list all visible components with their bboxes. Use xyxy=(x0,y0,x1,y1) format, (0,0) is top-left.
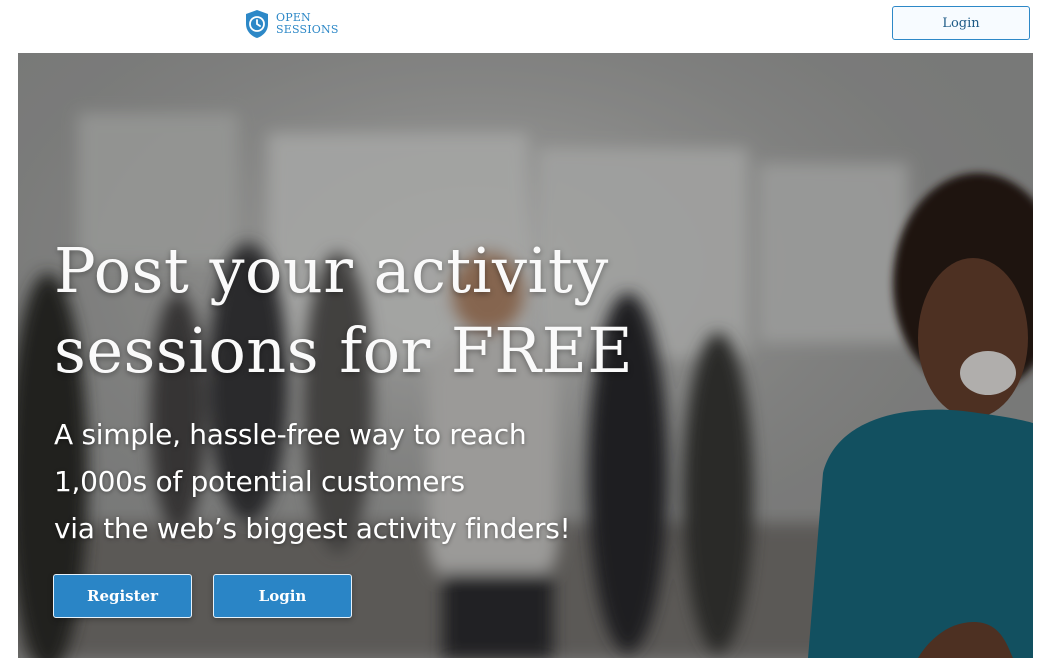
logo-text: OPEN SESSIONS xyxy=(276,12,339,36)
header-login-button[interactable]: Login xyxy=(892,6,1030,40)
hero-login-button[interactable]: Login xyxy=(213,574,352,618)
logo-line-2: SESSIONS xyxy=(276,23,339,36)
subtext-line-3: via the web’s biggest activity finders! xyxy=(54,512,571,545)
headline-line-2: sessions for FREE xyxy=(54,314,634,387)
hero-section: Post your activity sessions for FREE A s… xyxy=(18,53,1033,658)
hero-headline: Post your activity sessions for FREE xyxy=(54,231,714,391)
subtext-line-1: A simple, hassle-free way to reach xyxy=(54,418,527,451)
headline-line-1: Post your activity xyxy=(54,234,609,307)
register-button[interactable]: Register xyxy=(53,574,192,618)
logo[interactable]: OPEN SESSIONS xyxy=(244,9,339,39)
hero-subtext: A simple, hassle-free way to reach 1,000… xyxy=(54,411,571,552)
site-header: OPEN SESSIONS Login xyxy=(0,0,1038,52)
shield-clock-icon xyxy=(246,10,268,38)
subtext-line-2: 1,000s of potential customers xyxy=(54,465,465,498)
